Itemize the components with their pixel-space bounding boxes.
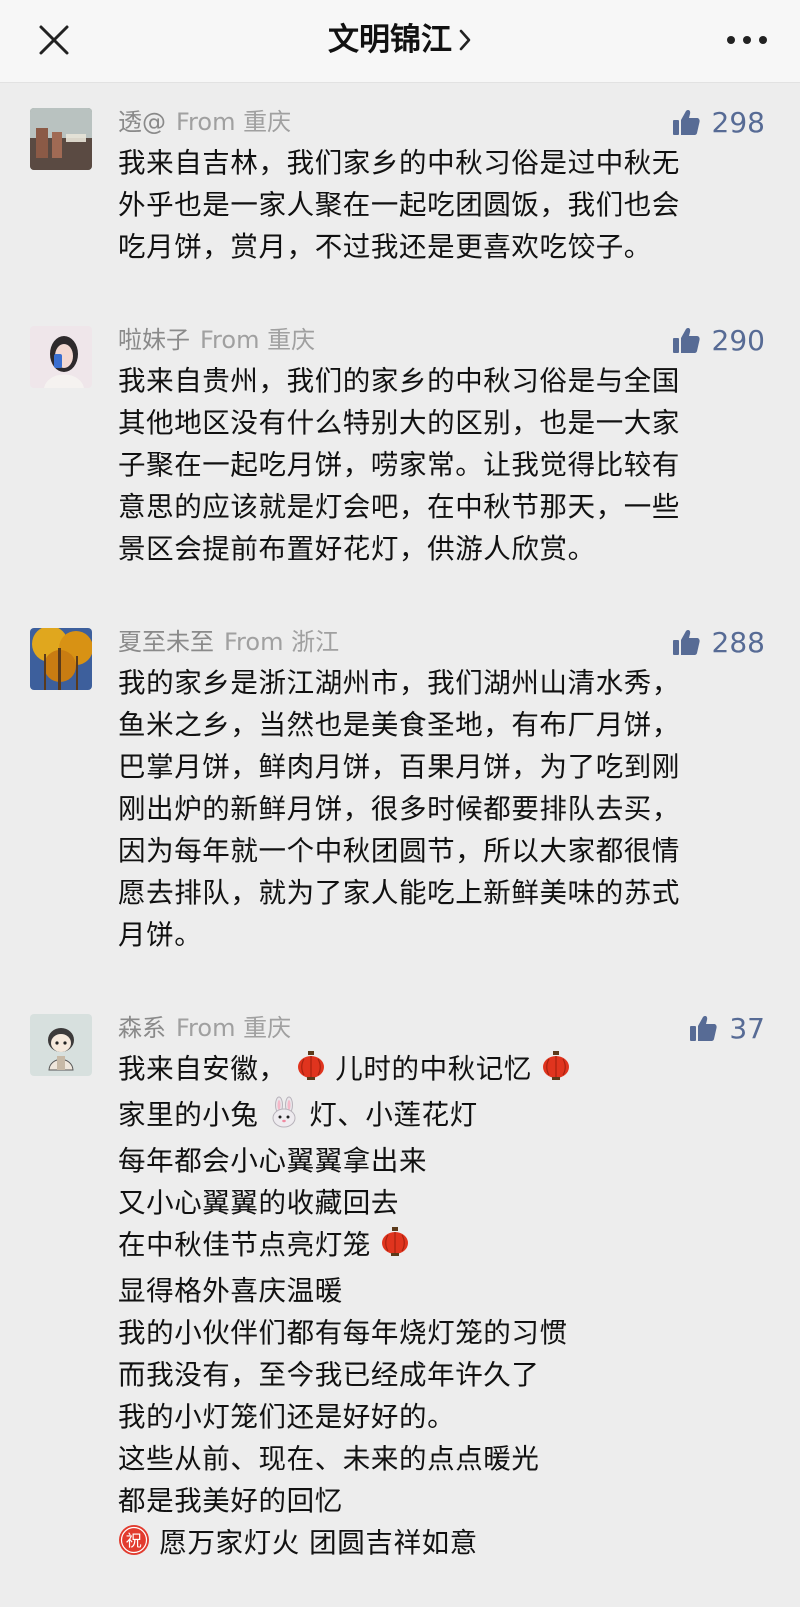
- comment-line: 在中秋佳节点亮灯笼: [118, 1224, 768, 1270]
- comment-line: 我的家乡是浙江湖州市，我们湖州山清水秀，: [118, 667, 680, 699]
- thumbs-up-icon: [672, 110, 700, 135]
- page-title: 文明锦江: [328, 22, 452, 58]
- comment-line: 都是我美好的回忆: [118, 1485, 343, 1517]
- comment-text: 我来自吉林，我们家乡的中秋习俗是过中秋无 外乎也是一家人聚在一起吃团圆饭，我们也…: [118, 142, 768, 268]
- comment-line: 巴掌月饼，鲜肉月饼，百果月饼，为了吃到刚: [118, 751, 680, 783]
- comment-line-part: 家里的小兔: [118, 1099, 259, 1131]
- comment-location: From 重庆: [176, 108, 292, 136]
- rabbit-emoji-icon: [268, 1096, 300, 1140]
- comment-location: From 重庆: [176, 1014, 292, 1042]
- comment-line: 而我没有，至今我已经成年许久了: [118, 1359, 540, 1391]
- blessing-badge-text: 祝: [126, 1531, 143, 1550]
- comment-location: From 浙江: [224, 628, 340, 656]
- comment-line: 祝 愿万家灯火 团圆吉祥如意: [118, 1522, 768, 1568]
- comment-line: 因为每年就一个中秋团圆节，所以大家都很情: [118, 835, 680, 867]
- blessing-badge-icon: 祝: [118, 1524, 150, 1568]
- comment-line: 我的小灯笼们还是好好的。: [118, 1401, 456, 1433]
- comment-line: 家里的小兔 灯、小莲花灯: [118, 1094, 768, 1140]
- comment-line: 月饼。: [118, 919, 203, 951]
- chevron-right-icon: [458, 22, 472, 62]
- top-bar: 文明锦江: [0, 0, 800, 83]
- avatar[interactable]: [30, 1014, 92, 1076]
- comment-line-part: 我来自安徽，: [118, 1053, 287, 1085]
- comment-line: 吃月饼，赏月，不过我还是更喜欢吃饺子。: [118, 231, 652, 263]
- commenter-name[interactable]: 透@: [118, 108, 166, 136]
- comment-line: 我来自安徽， 儿时的中秋记忆: [118, 1048, 768, 1094]
- avatar[interactable]: [30, 326, 92, 388]
- comment-meta: 森系 From 重庆: [118, 1013, 291, 1043]
- lantern-emoji-icon: [296, 1050, 326, 1094]
- account-title-link[interactable]: 文明锦江: [0, 20, 800, 62]
- like-count: 298: [711, 105, 765, 139]
- comment-line: 显得格外喜庆温暖: [118, 1275, 343, 1307]
- comment-text: 我的家乡是浙江湖州市，我们湖州山清水秀， 鱼米之乡，当然也是美食圣地，有布厂月饼…: [118, 662, 768, 956]
- comment-line: 我来自贵州，我们的家乡的中秋习俗是与全国: [118, 365, 680, 397]
- comment-line-part: 儿时的中秋记忆: [335, 1053, 532, 1085]
- comment-line-part: 灯、小莲花灯: [309, 1099, 478, 1131]
- avatar[interactable]: [30, 108, 92, 170]
- like-button[interactable]: 298: [672, 105, 765, 139]
- lantern-emoji-icon: [380, 1226, 410, 1270]
- comment-location: From 重庆: [200, 326, 316, 354]
- comment-meta: 透@ From 重庆: [118, 107, 291, 137]
- comment-line-part: 在中秋佳节点亮灯笼: [118, 1229, 371, 1261]
- comment-text: 我来自贵州，我们的家乡的中秋习俗是与全国 其他地区没有什么特别大的区别，也是一大…: [118, 360, 768, 570]
- comment-meta: 夏至未至 From 浙江: [118, 627, 339, 657]
- comment-meta: 啦妹子 From 重庆: [118, 325, 315, 355]
- comment-text: 我来自安徽， 儿时的中秋记忆 家里的小兔 灯、小莲花灯 每年都会小心翼翼拿出来 …: [118, 1048, 768, 1568]
- comment-line: 又小心翼翼的收藏回去: [118, 1187, 399, 1219]
- comment-line: 意思的应该就是灯会吧，在中秋节那天，一些: [118, 491, 680, 523]
- commenter-name[interactable]: 森系: [118, 1014, 166, 1042]
- comment-line: 愿去排队，就为了家人能吃上新鲜美味的苏式: [118, 877, 680, 909]
- more-icon[interactable]: [724, 26, 770, 54]
- commenter-name[interactable]: 夏至未至: [118, 628, 214, 656]
- like-button[interactable]: 290: [672, 323, 765, 357]
- commenter-name[interactable]: 啦妹子: [118, 326, 190, 354]
- comment-line: 每年都会小心翼翼拿出来: [118, 1145, 428, 1177]
- comment-line: 外乎也是一家人聚在一起吃团圆饭，我们也会: [118, 189, 680, 221]
- comment-line: 其他地区没有什么特别大的区别，也是一大家: [118, 407, 680, 439]
- comment-line: 鱼米之乡，当然也是美食圣地，有布厂月饼，: [118, 709, 680, 741]
- comment-line: 我的小伙伴们都有每年烧灯笼的习惯: [118, 1317, 568, 1349]
- avatar[interactable]: [30, 628, 92, 690]
- like-count: 288: [711, 625, 765, 659]
- comment-line: 这些从前、现在、未来的点点暖光: [118, 1443, 540, 1475]
- lantern-emoji-icon: [541, 1050, 571, 1094]
- comment-line: 景区会提前布置好花灯，供游人欣赏。: [118, 533, 596, 565]
- thumbs-up-icon: [672, 328, 700, 353]
- comment-line: 子聚在一起吃月饼，唠家常。让我觉得比较有: [118, 449, 680, 481]
- thumbs-up-icon: [672, 630, 700, 655]
- like-button[interactable]: 288: [672, 625, 765, 659]
- like-count: 290: [711, 323, 765, 357]
- thumbs-up-icon: [690, 1016, 717, 1041]
- like-count: 37: [729, 1011, 765, 1045]
- comment-line-part: 愿万家灯火 团圆吉祥如意: [159, 1527, 478, 1559]
- comment-line: 我来自吉林，我们家乡的中秋习俗是过中秋无: [118, 147, 680, 179]
- like-button[interactable]: 37: [689, 1011, 765, 1045]
- comment-line: 刚出炉的新鲜月饼，很多时候都要排队去买，: [118, 793, 680, 825]
